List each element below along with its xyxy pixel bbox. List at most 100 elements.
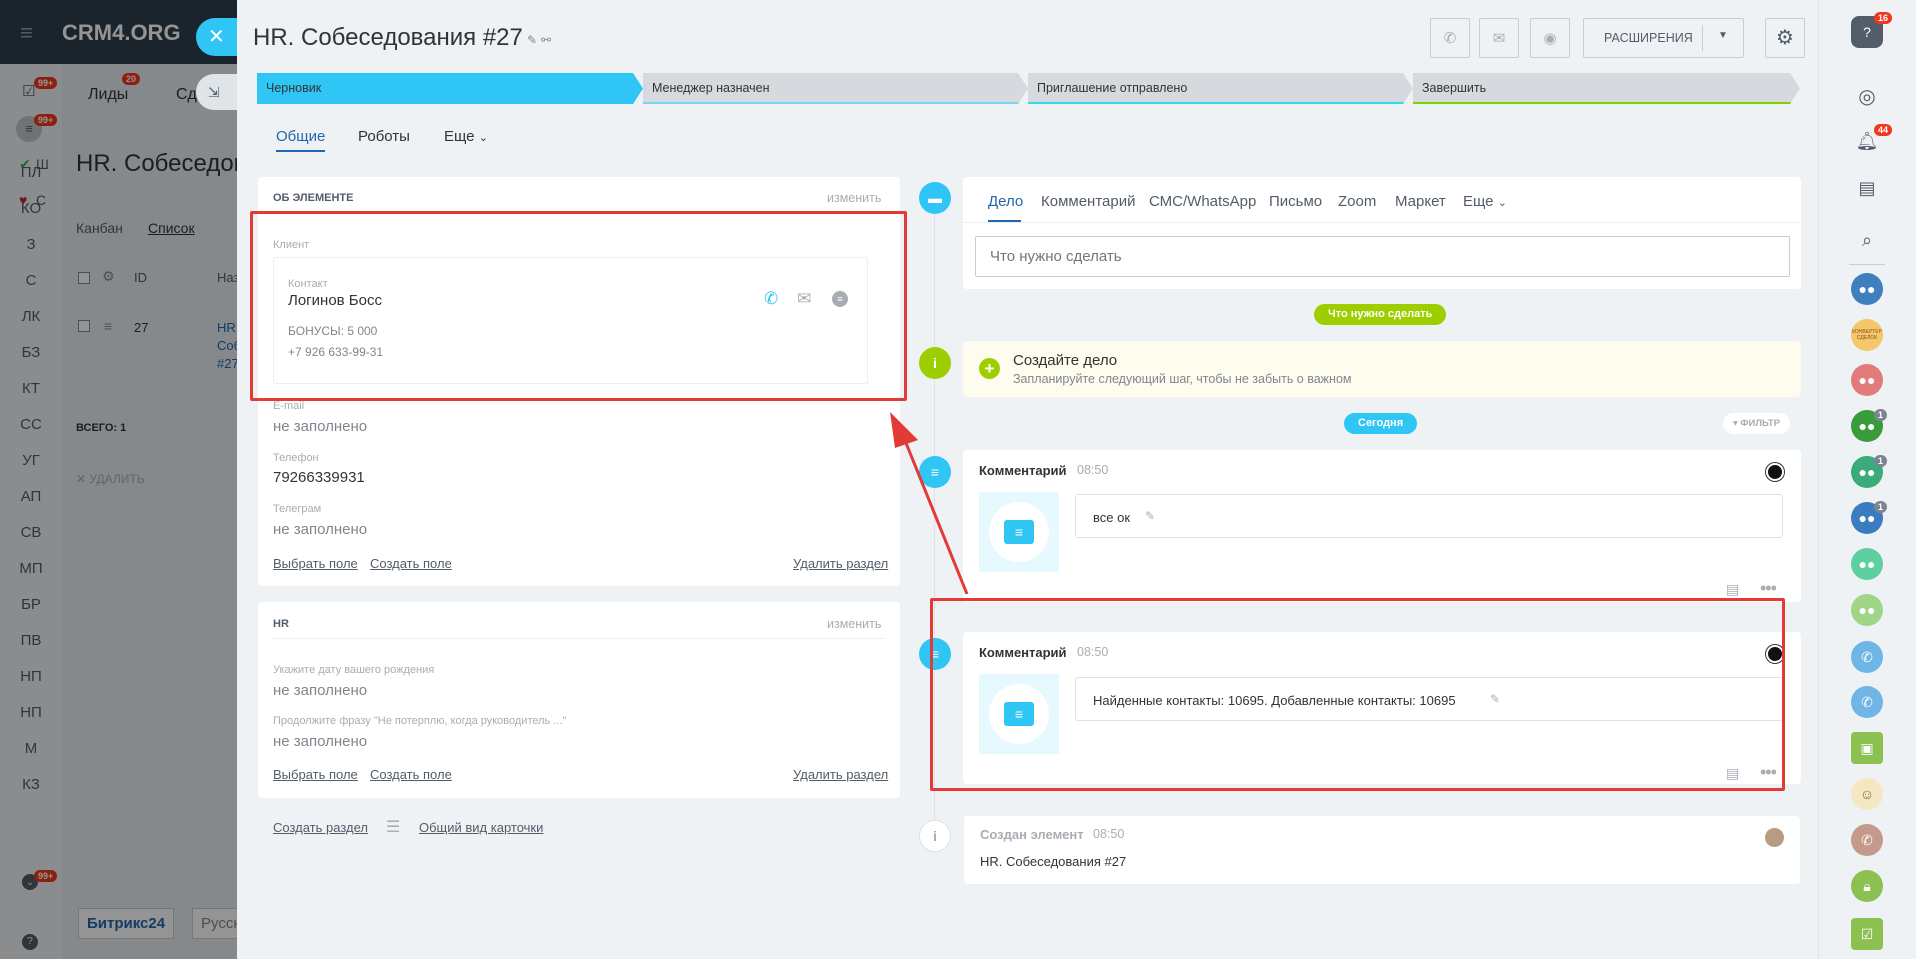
link-icon[interactable]: ⚯ bbox=[541, 33, 551, 47]
group-chat-icon[interactable]: ●● bbox=[1851, 364, 1883, 396]
group-badge: 1 bbox=[1874, 501, 1888, 513]
group-badge: 1 bbox=[1874, 409, 1888, 421]
search-icon[interactable]: ⌕ bbox=[1851, 224, 1883, 256]
phone-icon: ✆ bbox=[1443, 30, 1457, 47]
comment-time: 08:50 bbox=[1077, 463, 1109, 477]
create-activity-card[interactable] bbox=[963, 341, 1801, 397]
delete-section-link[interactable]: Удалить раздел bbox=[793, 767, 888, 782]
tab-sms[interactable]: СМС/WhatsApp bbox=[1149, 193, 1256, 210]
tab-comment[interactable]: Комментарий bbox=[1041, 193, 1135, 210]
stage-label: Черновик bbox=[266, 81, 322, 95]
extensions-divider bbox=[1702, 25, 1703, 51]
editor-divider bbox=[963, 222, 1801, 223]
stage-label: Менеджер назначен bbox=[652, 81, 770, 95]
filter-button[interactable]: ▾ ФИЛЬТР bbox=[1723, 413, 1791, 434]
create-field-link[interactable]: Создать поле bbox=[370, 767, 452, 782]
page-title: HR. Собеседования #27 bbox=[253, 24, 523, 51]
settings-button[interactable]: ⚙ bbox=[1765, 18, 1805, 58]
highlight-box-comment bbox=[930, 598, 1785, 791]
tab-email[interactable]: Письмо bbox=[1269, 193, 1322, 210]
users-icon: ☰ bbox=[386, 819, 401, 836]
note-icon[interactable]: ▤ bbox=[1726, 581, 1739, 598]
author-avatar[interactable] bbox=[1766, 463, 1784, 481]
call-button[interactable]: ✆ bbox=[1430, 18, 1470, 58]
hr-edit-link[interactable]: изменить bbox=[827, 617, 881, 631]
bg-download-button[interactable]: ⇲ bbox=[196, 74, 238, 110]
created-card bbox=[963, 815, 1801, 885]
create-field-link[interactable]: Создать поле bbox=[370, 556, 452, 571]
phone-value[interactable]: 79266339931 bbox=[273, 469, 365, 486]
plus-circle-icon[interactable]: + bbox=[979, 358, 1000, 379]
timeline-chat-icon: ▬ bbox=[919, 182, 951, 214]
birth-label: Укажите дату вашего рождения bbox=[273, 664, 435, 676]
group-chat-icon[interactable]: ●● bbox=[1851, 273, 1883, 305]
stage-invite-sent[interactable]: Приглашение отправлено bbox=[1028, 73, 1413, 104]
email-button[interactable]: ✉ bbox=[1479, 18, 1519, 58]
filter-label: ФИЛЬТР bbox=[1740, 418, 1781, 429]
tab-more[interactable]: Еще ⌄ bbox=[444, 128, 488, 145]
author-avatar[interactable] bbox=[1765, 828, 1784, 847]
chat-button[interactable]: ◉ bbox=[1530, 18, 1570, 58]
today-badge: Сегодня bbox=[1344, 413, 1418, 434]
help-badge: 16 bbox=[1874, 12, 1893, 24]
timeline-info-icon: i bbox=[919, 820, 951, 852]
more-icon[interactable]: ••• bbox=[1760, 578, 1777, 599]
email-value[interactable]: не заполнено bbox=[273, 418, 367, 435]
delete-section-link[interactable]: Удалить раздел bbox=[793, 556, 888, 571]
stage-label: Завершить bbox=[1422, 81, 1487, 95]
created-text[interactable]: HR. Собеседования #27 bbox=[980, 854, 1126, 869]
bell-badge: 44 bbox=[1874, 124, 1893, 136]
edit-title-icon[interactable]: ✎ bbox=[527, 33, 537, 47]
create-section-link[interactable]: Создать раздел bbox=[273, 820, 368, 835]
chevron-down-icon[interactable]: ▼ bbox=[1718, 30, 1728, 41]
birth-value[interactable]: не заполнено bbox=[273, 682, 367, 699]
tab-general[interactable]: Общие bbox=[276, 128, 326, 152]
message-icon: ≡ bbox=[989, 502, 1049, 562]
lock-icon[interactable]: 🔒︎ bbox=[1851, 870, 1883, 902]
tab-robots[interactable]: Роботы bbox=[358, 128, 410, 145]
task-icon[interactable]: ☑ bbox=[1851, 918, 1883, 950]
group-chat-icon[interactable]: ●● bbox=[1851, 594, 1883, 626]
contact-card-icon[interactable]: ▣ bbox=[1851, 732, 1883, 764]
create-activity-title: Создайте дело bbox=[1013, 352, 1118, 369]
stage-finish[interactable]: Завершить bbox=[1413, 73, 1800, 104]
comment-text: все ок bbox=[1093, 510, 1131, 525]
common-view-link[interactable]: Общий вид карточки bbox=[419, 820, 543, 835]
telegram-value[interactable]: не заполнено bbox=[273, 521, 367, 538]
stage-draft[interactable]: Черновик bbox=[257, 73, 643, 104]
chevron-down-icon: ⌄ bbox=[478, 132, 488, 144]
group-chat-icon[interactable]: ●● bbox=[1851, 548, 1883, 580]
phone-channel-icon[interactable]: ✆ bbox=[1851, 824, 1883, 856]
email-label: E-mail bbox=[273, 400, 305, 412]
tab-market[interactable]: Маркет bbox=[1395, 193, 1446, 210]
select-field-link[interactable]: Выбрать поле bbox=[273, 767, 358, 782]
phone-label: Телефон bbox=[273, 452, 319, 464]
consultant-icon[interactable]: КОНВЕРТЕР СДЕЛОК bbox=[1851, 319, 1883, 351]
telegram-label: Телеграм bbox=[273, 503, 322, 515]
target-icon[interactable]: ◎ bbox=[1851, 80, 1883, 112]
timeline-info-icon: i bbox=[919, 347, 951, 379]
user-avatar[interactable]: ☺ bbox=[1851, 778, 1883, 810]
chat-icon: ◉ bbox=[1543, 30, 1557, 47]
extensions-button[interactable]: РАСШИРЕНИЯ ▼ bbox=[1583, 18, 1744, 58]
consultant-text: КОНВЕРТЕР СДЕЛОК bbox=[1852, 329, 1882, 341]
activity-input[interactable] bbox=[975, 236, 1790, 277]
select-field-link[interactable]: Выбрать поле bbox=[273, 556, 358, 571]
phone-channel-icon[interactable]: ✆ bbox=[1851, 641, 1883, 673]
phrase-value[interactable]: не заполнено bbox=[273, 733, 367, 750]
about-edit-link[interactable]: изменить bbox=[827, 191, 881, 205]
comment-bubble[interactable] bbox=[1075, 494, 1783, 538]
created-title: Создан элемент bbox=[980, 827, 1084, 842]
hr-header: HR bbox=[273, 618, 289, 630]
pencil-icon[interactable]: ✎ bbox=[1145, 509, 1155, 523]
filter-icon: ▾ bbox=[1733, 418, 1738, 429]
tab-more-timeline[interactable]: Еще ⌄ bbox=[1463, 193, 1507, 210]
tab-zoom[interactable]: Zoom bbox=[1338, 193, 1376, 210]
chat-list-icon[interactable]: ▤ bbox=[1851, 172, 1883, 204]
chevron-down-icon: ⌄ bbox=[1497, 197, 1507, 209]
gear-icon: ⚙ bbox=[1776, 27, 1794, 49]
stage-manager-assigned[interactable]: Менеджер назначен bbox=[643, 73, 1028, 104]
about-header: ОБ ЭЛЕМЕНТЕ bbox=[273, 192, 354, 204]
tab-activity[interactable]: Дело bbox=[988, 193, 1023, 210]
phone-channel-icon[interactable]: ✆ bbox=[1851, 686, 1883, 718]
